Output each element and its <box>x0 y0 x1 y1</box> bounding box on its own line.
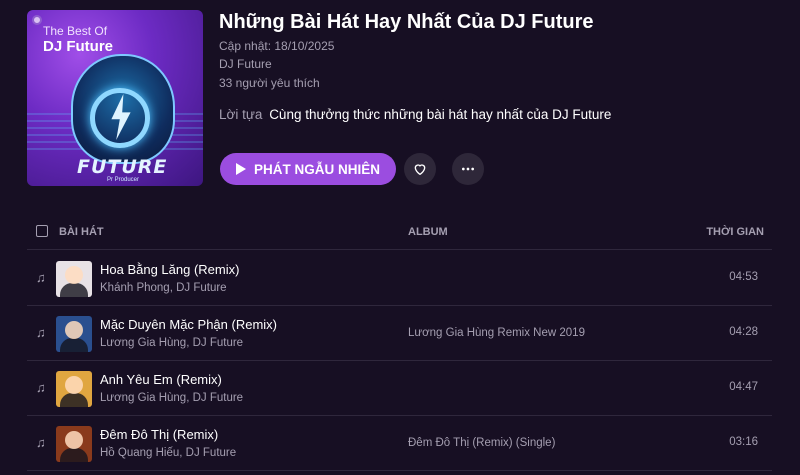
music-note-icon: ♫ <box>36 380 46 395</box>
playlist-description: Lời tựa Cùng thưởng thức những bài hát h… <box>219 107 611 122</box>
song-title[interactable]: Đêm Đô Thị (Remix) <box>100 427 218 442</box>
more-icon <box>462 167 474 171</box>
header-time: THỜI GIAN <box>706 226 764 238</box>
song-row[interactable]: ♫ Đêm Đô Thị (Remix) Hồ Quang Hiếu, DJ F… <box>27 416 772 471</box>
cover-line2: DJ Future <box>43 38 114 55</box>
description-label: Lời tựa <box>219 107 263 122</box>
header-song: BÀI HÁT <box>59 226 104 238</box>
cover-logo-text: FUTURE <box>77 156 168 178</box>
heart-icon <box>414 164 426 175</box>
like-button[interactable] <box>404 153 436 185</box>
song-thumbnail[interactable] <box>56 261 92 297</box>
header-album: ALBUM <box>408 226 448 238</box>
song-artists[interactable]: Khánh Phong, DJ Future <box>100 282 227 294</box>
song-title[interactable]: Anh Yêu Em (Remix) <box>100 372 222 387</box>
song-album[interactable]: Lương Gia Hùng Remix New 2019 <box>408 327 585 339</box>
disc-icon <box>32 15 42 25</box>
music-note-icon: ♫ <box>36 325 46 340</box>
song-table-header: BÀI HÁT ALBUM THỜI GIAN <box>27 214 772 250</box>
cover-line1: The Best Of <box>43 24 108 38</box>
song-artists[interactable]: Hồ Quang Hiếu, DJ Future <box>100 447 236 459</box>
sort-icon[interactable] <box>36 225 48 237</box>
playlist-artist-link[interactable]: DJ Future <box>219 57 272 71</box>
song-artists[interactable]: Lương Gia Hùng, DJ Future <box>100 392 243 404</box>
song-row[interactable]: ♫ Hoa Bằng Lăng (Remix) Khánh Phong, DJ … <box>27 251 772 306</box>
shuffle-play-button[interactable]: PHÁT NGẪU NHIÊN <box>220 153 396 185</box>
playlist-cover-image[interactable]: The Best Of DJ Future FUTURE Pr Producer <box>27 10 203 186</box>
song-duration: 04:28 <box>729 326 758 338</box>
shuffle-play-label: PHÁT NGẪU NHIÊN <box>253 161 380 177</box>
playlist-title: Những Bài Hát Hay Nhất Của DJ Future <box>219 11 594 33</box>
song-thumbnail[interactable] <box>56 426 92 462</box>
song-row[interactable]: ♫ Anh Yêu Em (Remix) Lương Gia Hùng, DJ … <box>27 361 772 416</box>
more-options-button[interactable] <box>452 153 484 185</box>
song-title[interactable]: Mặc Duyên Mặc Phận (Remix) <box>100 317 277 332</box>
playlist-updated: Cập nhật: 18/10/2025 <box>219 39 335 53</box>
music-note-icon: ♫ <box>36 435 46 450</box>
cover-logo-sub: Pr Producer <box>107 177 140 183</box>
song-thumbnail[interactable] <box>56 316 92 352</box>
song-title[interactable]: Hoa Bằng Lăng (Remix) <box>100 262 239 277</box>
song-duration: 04:47 <box>729 381 758 393</box>
description-text: Cùng thưởng thức những bài hát hay nhất … <box>269 107 612 122</box>
song-thumbnail[interactable] <box>56 371 92 407</box>
song-duration: 04:53 <box>729 271 758 283</box>
playlist-likes: 33 người yêu thích <box>219 76 320 90</box>
music-note-icon: ♫ <box>36 270 46 285</box>
play-icon <box>235 163 246 175</box>
song-artists[interactable]: Lương Gia Hùng, DJ Future <box>100 337 243 349</box>
playlist-page: The Best Of DJ Future FUTURE Pr Producer… <box>0 0 800 475</box>
song-row[interactable]: ♫ Mặc Duyên Mặc Phận (Remix) Lương Gia H… <box>27 306 772 361</box>
song-duration: 03:16 <box>729 436 758 448</box>
song-album[interactable]: Đêm Đô Thị (Remix) (Single) <box>408 437 555 449</box>
